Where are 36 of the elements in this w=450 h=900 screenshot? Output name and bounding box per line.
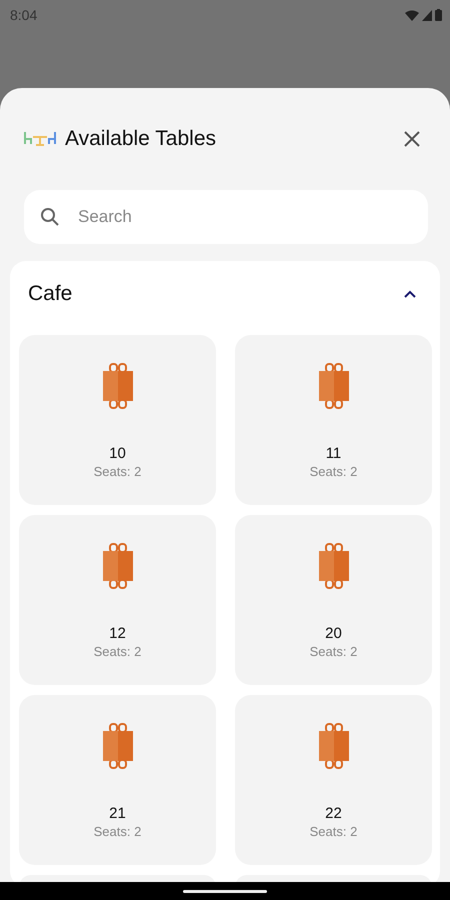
table-icon <box>318 723 350 769</box>
table-number: 21 <box>109 805 126 822</box>
search-icon <box>40 207 60 227</box>
table-number: 10 <box>109 445 126 462</box>
table-number: 12 <box>109 625 126 642</box>
battery-icon <box>435 9 442 21</box>
seats-label: Seats: 2 <box>310 824 358 839</box>
seats-label: Seats: 2 <box>310 644 358 659</box>
table-card[interactable]: 22 Seats: 2 <box>235 695 432 865</box>
table-icon <box>318 543 350 589</box>
table-icon <box>102 723 134 769</box>
signal-icon <box>422 10 432 20</box>
table-number: 20 <box>325 625 342 642</box>
seats-label: Seats: 2 <box>94 644 142 659</box>
section-title: Cafe <box>28 282 72 306</box>
table-card[interactable]: 12 Seats: 2 <box>19 515 216 685</box>
home-indicator[interactable] <box>183 890 267 892</box>
table-icon <box>318 363 350 409</box>
table-chairs-icon <box>23 130 57 148</box>
table-number: 22 <box>325 805 342 822</box>
table-card[interactable]: 11 Seats: 2 <box>235 335 432 505</box>
table-icon <box>102 363 134 409</box>
wifi-icon <box>405 10 419 20</box>
close-icon <box>404 131 420 147</box>
table-card[interactable]: 21 Seats: 2 <box>19 695 216 865</box>
search-field[interactable]: Search <box>24 190 428 244</box>
seats-label: Seats: 2 <box>310 464 358 479</box>
seats-label: Seats: 2 <box>94 824 142 839</box>
chevron-icon[interactable] <box>403 290 417 298</box>
table-number: 11 <box>326 445 342 462</box>
sheet-title: Available Tables <box>65 127 217 151</box>
table-icon <box>102 543 134 589</box>
table-card[interactable]: 20 Seats: 2 <box>235 515 432 685</box>
status-time: 8:04 <box>10 7 38 23</box>
seats-label: Seats: 2 <box>94 464 142 479</box>
table-card[interactable]: 10 Seats: 2 <box>19 335 216 505</box>
